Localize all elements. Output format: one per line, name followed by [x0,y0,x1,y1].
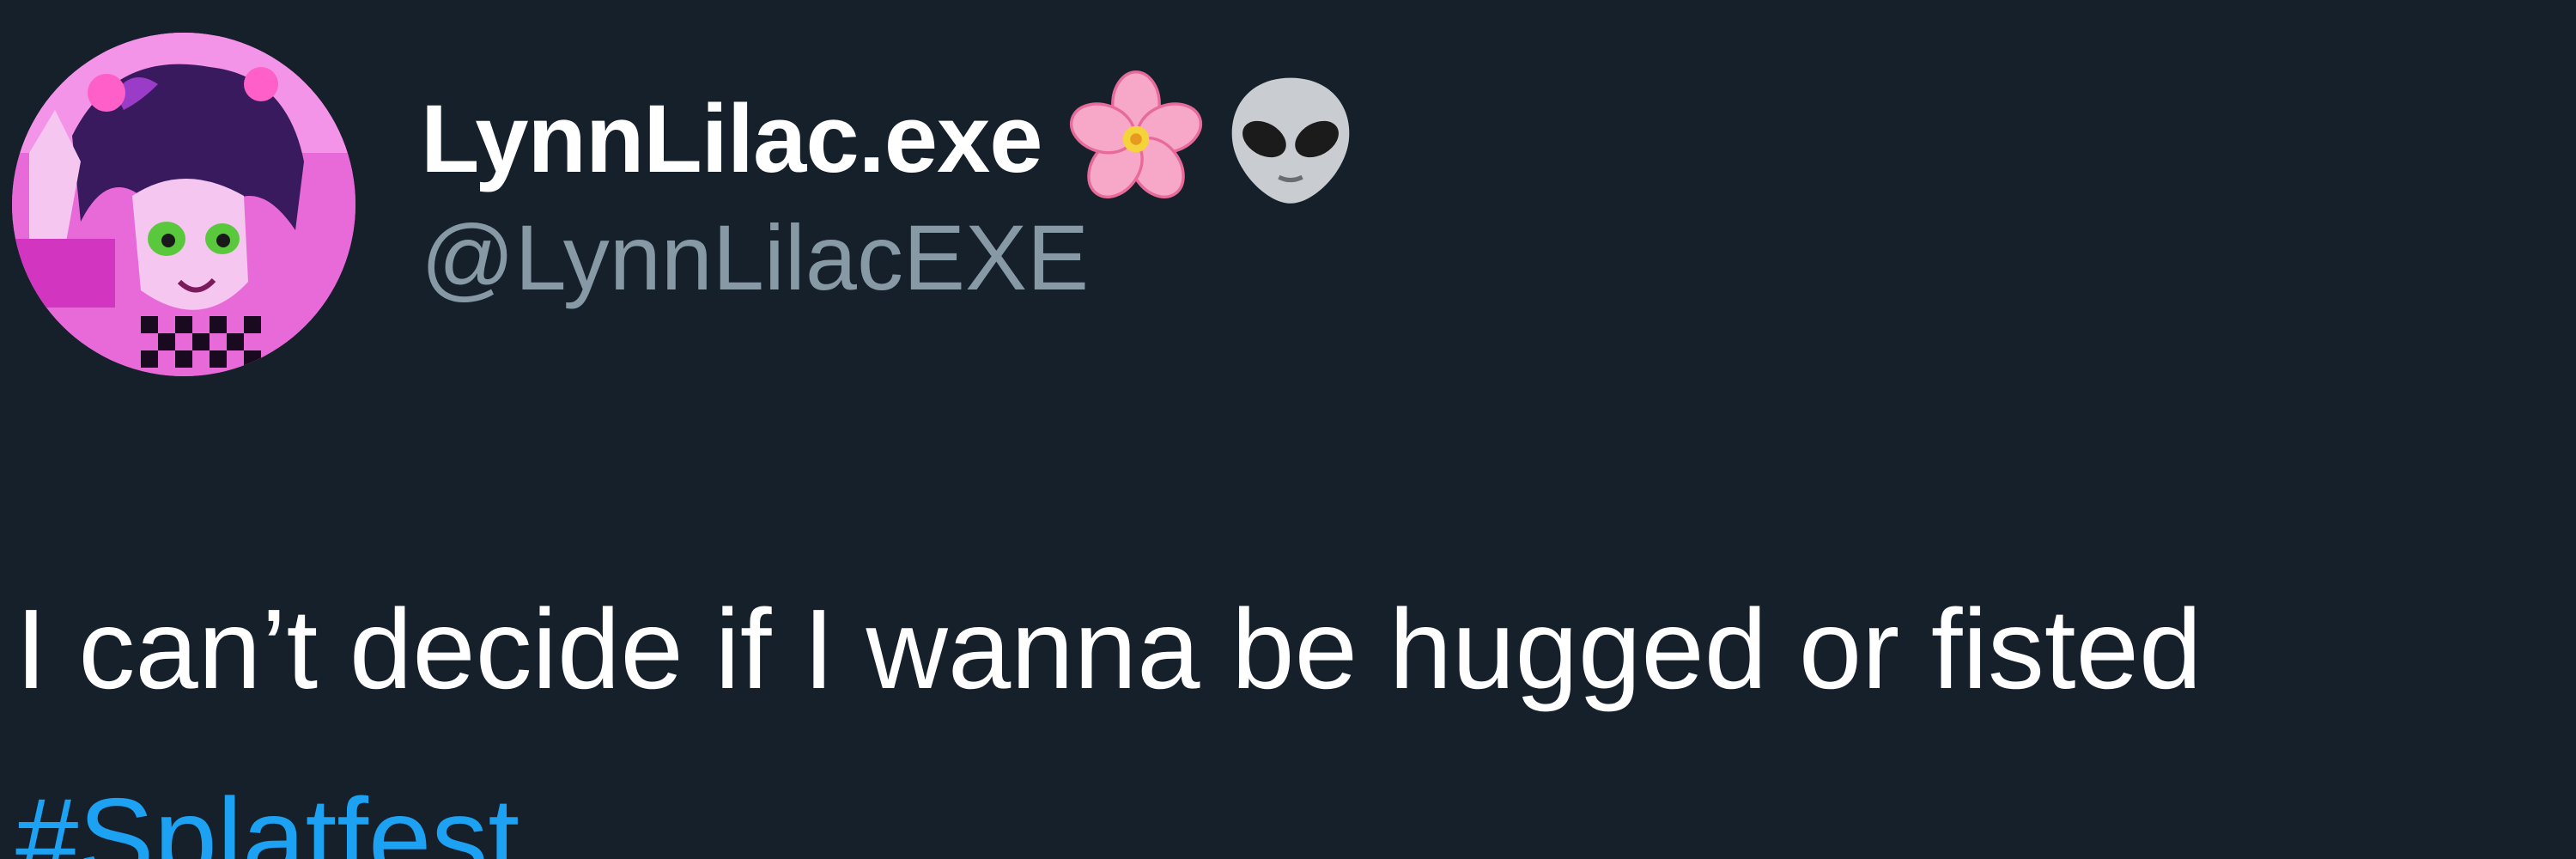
user-handle[interactable]: @LynnLilacEXE [421,211,1364,304]
tweet-header: LynnLilac.exe @LynnLilacEXE [421,70,1364,304]
avatar-image [12,33,355,376]
tweet-text: I can’t decide if I wanna be hugged or f… [15,586,2202,712]
display-name[interactable]: LynnLilac.exe [421,91,1043,187]
tweet-card: LynnLilac.exe @LynnLilacEXE I can’t deci… [0,0,2576,859]
name-row: LynnLilac.exe [421,70,1364,204]
cherry-blossom-icon [1063,66,1209,212]
avatar[interactable] [12,33,355,376]
hashtag-link[interactable]: #Splatfest [15,782,519,859]
alien-icon [1218,66,1364,212]
